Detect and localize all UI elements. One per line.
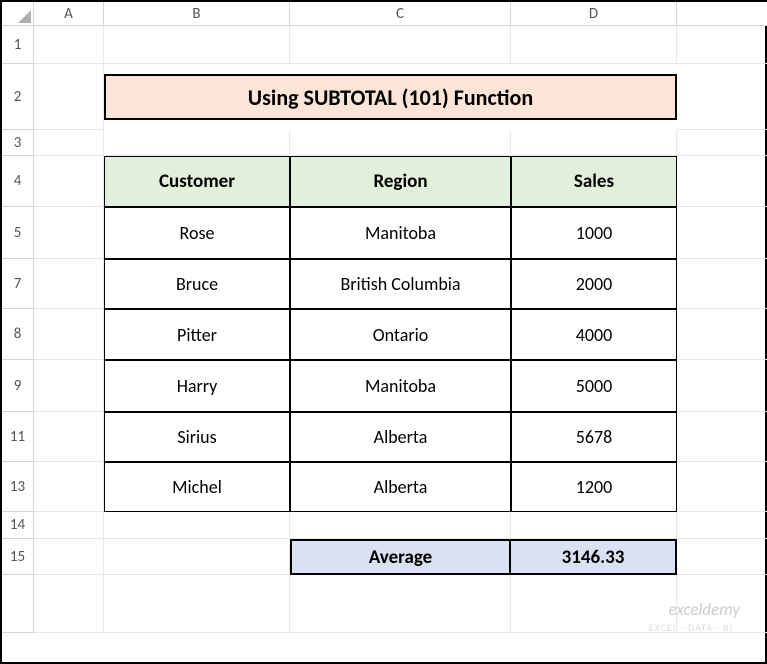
average-value-cell[interactable]: 3146.33 — [511, 539, 677, 575]
cell[interactable] — [34, 360, 104, 412]
table-cell-region[interactable]: British Columbia — [290, 259, 511, 309]
col-header-blank — [677, 2, 767, 26]
table-cell-region[interactable]: Alberta — [290, 462, 511, 512]
table-cell-sales[interactable]: 1200 — [511, 462, 677, 512]
spreadsheet-grid: A B C D 1 2 Using SUBTOTAL (101) Functio… — [2, 2, 765, 662]
cell[interactable] — [34, 130, 104, 156]
cell[interactable] — [34, 64, 104, 130]
cell[interactable] — [104, 575, 290, 633]
cell[interactable] — [677, 26, 767, 64]
row-header-2[interactable]: 2 — [2, 64, 34, 130]
col-header-d[interactable]: D — [511, 2, 677, 26]
row-header-4[interactable]: 4 — [2, 156, 34, 207]
cell[interactable] — [104, 512, 290, 539]
cell[interactable] — [677, 539, 767, 575]
cell[interactable] — [677, 575, 767, 633]
table-cell-customer[interactable]: Rose — [104, 207, 290, 259]
cell[interactable] — [34, 309, 104, 360]
cell[interactable] — [290, 512, 511, 539]
cell[interactable] — [34, 26, 104, 64]
row-header-8[interactable]: 8 — [2, 309, 34, 360]
table-cell-customer[interactable]: Bruce — [104, 259, 290, 309]
table-cell-sales[interactable]: 1000 — [511, 207, 677, 259]
row-header-5[interactable]: 5 — [2, 207, 34, 259]
row-header-9[interactable]: 9 — [2, 360, 34, 412]
cell[interactable] — [677, 462, 767, 512]
table-cell-customer[interactable]: Michel — [104, 462, 290, 512]
title-cell[interactable]: Using SUBTOTAL (101) Function — [104, 74, 677, 120]
average-label-cell[interactable]: Average — [290, 539, 511, 575]
cell[interactable] — [511, 575, 677, 633]
table-cell-sales[interactable]: 4000 — [511, 309, 677, 360]
table-cell-region[interactable]: Manitoba — [290, 207, 511, 259]
table-cell-sales[interactable]: 5678 — [511, 412, 677, 462]
cell[interactable] — [34, 462, 104, 512]
table-cell-customer[interactable]: Pitter — [104, 309, 290, 360]
table-cell-sales[interactable]: 5000 — [511, 360, 677, 412]
cell[interactable] — [290, 26, 511, 64]
cell[interactable] — [677, 412, 767, 462]
table-cell-customer[interactable]: Harry — [104, 360, 290, 412]
cell[interactable] — [104, 26, 290, 64]
cell[interactable] — [34, 575, 104, 633]
table-cell-region[interactable]: Alberta — [290, 412, 511, 462]
cell[interactable] — [677, 64, 767, 130]
cell[interactable] — [34, 156, 104, 207]
cell[interactable] — [677, 207, 767, 259]
cell[interactable] — [34, 412, 104, 462]
cell[interactable] — [677, 259, 767, 309]
select-all-corner[interactable] — [2, 2, 34, 26]
row-header-15[interactable]: 15 — [2, 539, 34, 575]
table-header-customer[interactable]: Customer — [104, 156, 290, 207]
col-header-b[interactable]: B — [104, 2, 290, 26]
cell[interactable] — [511, 130, 677, 156]
cell[interactable] — [34, 259, 104, 309]
row-header-11[interactable]: 11 — [2, 412, 34, 462]
table-cell-sales[interactable]: 2000 — [511, 259, 677, 309]
cell[interactable] — [677, 309, 767, 360]
cell[interactable] — [34, 539, 104, 575]
cell[interactable] — [34, 207, 104, 259]
table-cell-customer[interactable]: Sirius — [104, 412, 290, 462]
cell[interactable] — [34, 512, 104, 539]
cell[interactable] — [104, 130, 290, 156]
cell[interactable] — [677, 130, 767, 156]
cell[interactable] — [511, 512, 677, 539]
table-header-sales[interactable]: Sales — [511, 156, 677, 207]
table-cell-region[interactable]: Manitoba — [290, 360, 511, 412]
cell[interactable] — [290, 575, 511, 633]
col-header-c[interactable]: C — [290, 2, 511, 26]
cell[interactable] — [677, 156, 767, 207]
cell[interactable] — [290, 130, 511, 156]
cell[interactable] — [677, 512, 767, 539]
cell[interactable] — [677, 360, 767, 412]
row-header-blank[interactable] — [2, 575, 34, 633]
table-header-region[interactable]: Region — [290, 156, 511, 207]
row-header-13[interactable]: 13 — [2, 462, 34, 512]
col-header-a[interactable]: A — [34, 2, 104, 26]
row-header-14[interactable]: 14 — [2, 512, 34, 539]
cell[interactable] — [104, 539, 290, 575]
row-header-7[interactable]: 7 — [2, 259, 34, 309]
row-header-3[interactable]: 3 — [2, 130, 34, 156]
row-header-1[interactable]: 1 — [2, 26, 34, 64]
table-cell-region[interactable]: Ontario — [290, 309, 511, 360]
cell[interactable] — [511, 26, 677, 64]
